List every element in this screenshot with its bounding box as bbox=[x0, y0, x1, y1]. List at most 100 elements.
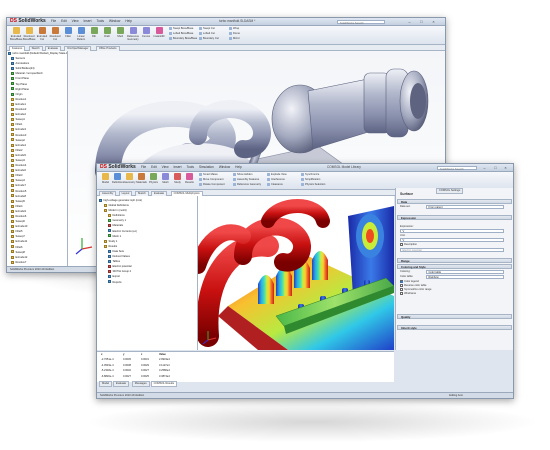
ribbon-small-button-9[interactable]: Synchronize bbox=[301, 173, 319, 177]
ribbon-button-3[interactable]: Materials bbox=[136, 173, 147, 184]
ribbon-small-button-1[interactable]: Move Component bbox=[199, 177, 223, 182]
ribbon-small-button-5[interactable]: Reference Geometry bbox=[233, 182, 261, 187]
ribbon-button-9[interactable]: Reference Geometry bbox=[127, 27, 139, 41]
ribbon-small-button-4[interactable]: Lofted Cut bbox=[199, 31, 215, 36]
tab-4[interactable]: COMSOL Multiphysics bbox=[170, 190, 203, 196]
menu-edit[interactable]: Edit bbox=[151, 165, 157, 169]
ribbon-button-10[interactable]: Curves bbox=[140, 27, 152, 38]
coloring-select[interactable]: Color table bbox=[426, 270, 504, 274]
menu-insert[interactable]: Insert bbox=[84, 19, 92, 23]
tab-4[interactable]: Office Products bbox=[95, 45, 120, 51]
menu-tools[interactable]: Tools bbox=[186, 165, 193, 169]
ribbon-button-1[interactable]: Definitions bbox=[112, 173, 124, 184]
section-expression[interactable]: Expression bbox=[397, 215, 512, 220]
tab-2[interactable]: Sketch bbox=[134, 190, 149, 196]
ribbon-small-button-3[interactable]: Show Hidden bbox=[233, 173, 252, 177]
ribbon-button-11[interactable]: Instant3D bbox=[153, 27, 165, 38]
close-icon[interactable]: × bbox=[431, 19, 436, 24]
section-coloring[interactable]: Coloring and Style bbox=[397, 264, 512, 269]
description-field[interactable]: Electric potential bbox=[400, 248, 504, 252]
tab-0[interactable]: Features bbox=[9, 45, 26, 51]
ribbon-small-button-7[interactable]: Interference bbox=[267, 177, 285, 182]
unit-select[interactable]: V bbox=[400, 238, 504, 242]
tab-0[interactable]: Assembly bbox=[99, 190, 117, 196]
ribbon-small-button-6[interactable]: Wrap bbox=[229, 27, 239, 31]
section-inherit-style[interactable]: Inherit style bbox=[397, 325, 512, 330]
ribbon-small-button-1[interactable]: Lofted Boss/Base bbox=[169, 31, 193, 36]
panel-tab[interactable]: COMSOL Settings bbox=[436, 188, 464, 194]
minimize-icon[interactable]: – bbox=[407, 19, 412, 24]
tree-item[interactable]: Revolve7 bbox=[7, 260, 67, 265]
ribbon-button-5[interactable]: Linear Pattern bbox=[75, 27, 87, 41]
description-checkbox[interactable]: Description bbox=[400, 243, 417, 247]
section-range[interactable]: Range bbox=[397, 258, 512, 263]
ribbon-small-button-8[interactable]: Clearance bbox=[267, 182, 283, 187]
ribbon-button-1[interactable]: Revolved Boss/Base bbox=[23, 27, 35, 41]
ribbon-button-4[interactable]: Physics bbox=[148, 173, 159, 184]
ribbon-button-5[interactable]: Mesh bbox=[160, 173, 171, 184]
bottom-tab-0[interactable]: Model bbox=[99, 381, 113, 387]
ribbon-button-0[interactable]: Extruded Boss/Base bbox=[10, 27, 22, 41]
menu-window[interactable]: Window bbox=[109, 19, 120, 23]
menu-file[interactable]: File bbox=[51, 19, 56, 23]
menu-tools[interactable]: Tools bbox=[96, 19, 103, 23]
ribbon-small-button-8[interactable]: Mirror bbox=[229, 36, 240, 41]
tab-3[interactable]: Evaluate bbox=[151, 190, 168, 196]
table-row[interactable]: -5.2318e-4 0.0032 0.0027 3.2580e4 bbox=[97, 369, 394, 373]
menu-help[interactable]: Help bbox=[235, 165, 242, 169]
minimize-icon[interactable]: – bbox=[482, 165, 487, 170]
ribbon-small-button-5[interactable]: Boundary Cut bbox=[199, 36, 219, 41]
ribbon-small-button-10[interactable]: Simplification bbox=[301, 177, 320, 182]
ribbon-small-button-2[interactable]: Rotate Component bbox=[199, 182, 225, 187]
graphics-area[interactable] bbox=[198, 196, 394, 350]
tab-1[interactable]: Sketch bbox=[28, 45, 43, 51]
menu-file[interactable]: File bbox=[141, 165, 146, 169]
maximize-icon[interactable]: □ bbox=[493, 165, 498, 170]
ribbon-small-button-3[interactable]: Swept Cut bbox=[199, 27, 215, 31]
ribbon-button-7[interactable]: Draft bbox=[101, 27, 113, 38]
ribbon-button-2[interactable]: Geometry bbox=[124, 173, 135, 184]
section-data[interactable]: Data bbox=[397, 199, 512, 204]
bottom-tab-3[interactable]: COMSOL Results bbox=[150, 381, 178, 387]
menu-simulation[interactable]: Simulation bbox=[199, 165, 214, 169]
tree-item[interactable]: Reports bbox=[97, 280, 197, 285]
tab-1[interactable]: Layout bbox=[118, 190, 133, 196]
data-set-select[interactable]: From parent bbox=[426, 205, 504, 209]
ribbon-small-button-4[interactable]: Assembly Features bbox=[233, 177, 259, 182]
ribbon-button-6[interactable]: Study bbox=[172, 173, 183, 184]
ribbon-button-2[interactable]: Extruded Cut bbox=[36, 27, 48, 41]
search-input[interactable]: SolidWorks Search bbox=[437, 165, 477, 171]
ribbon-small-button-0[interactable]: Smart Mates bbox=[199, 173, 218, 177]
ribbon-button-4[interactable]: Fillet bbox=[62, 27, 74, 38]
section-quality[interactable]: Quality bbox=[397, 314, 512, 319]
maximize-icon[interactable]: □ bbox=[419, 19, 424, 24]
menu-view[interactable]: View bbox=[162, 165, 169, 169]
table-row[interactable]: -6.8820e-4 0.0027 0.0025 3.3874e4 bbox=[97, 375, 394, 379]
ribbon-button-3[interactable]: Revolved Cut bbox=[49, 27, 61, 41]
tab-2[interactable]: Evaluate bbox=[44, 45, 61, 51]
ribbon-button-6[interactable]: Rib bbox=[88, 27, 100, 38]
search-input[interactable]: SolidWorks Search bbox=[337, 19, 385, 25]
ribbon-small-button-0[interactable]: Swept Boss/Base bbox=[169, 27, 193, 31]
menu-window[interactable]: Window bbox=[219, 165, 230, 169]
ribbon-small-button-11[interactable]: Physics Selection bbox=[301, 182, 325, 187]
ribbon-button-7[interactable]: Results bbox=[184, 173, 195, 184]
close-icon[interactable]: × bbox=[503, 165, 508, 170]
table-row[interactable]: -4.0533e-4 0.0038 0.0029 3.1127e4 bbox=[97, 364, 394, 368]
ribbon-small-button-7[interactable]: Dome bbox=[229, 31, 240, 36]
menu-help[interactable]: Help bbox=[125, 19, 132, 23]
ribbon-small-button-6[interactable]: Explode View bbox=[267, 173, 287, 177]
wireframe-checkbox[interactable]: Wireframe bbox=[400, 292, 416, 296]
table-row[interactable]: -2.7651e-4 0.0045 0.0031 2.9943e4 bbox=[97, 358, 394, 362]
ribbon-button-8[interactable]: Shell bbox=[114, 27, 126, 38]
bottom-tab-2[interactable]: Messages bbox=[131, 381, 150, 387]
menu-insert[interactable]: Insert bbox=[174, 165, 182, 169]
tab-3[interactable]: DimXpertManager bbox=[64, 45, 92, 51]
ribbon-small-button-2[interactable]: Boundary Boss/Base bbox=[169, 36, 197, 41]
color-table-select[interactable]: Rainbow bbox=[426, 275, 504, 279]
bottom-tab-1[interactable]: Evaluate bbox=[113, 381, 130, 387]
ribbon-button-0[interactable]: Model bbox=[100, 173, 111, 184]
expression-field[interactable]: V bbox=[400, 229, 504, 233]
menu-edit[interactable]: Edit bbox=[61, 19, 67, 23]
menu-view[interactable]: View bbox=[72, 19, 79, 23]
